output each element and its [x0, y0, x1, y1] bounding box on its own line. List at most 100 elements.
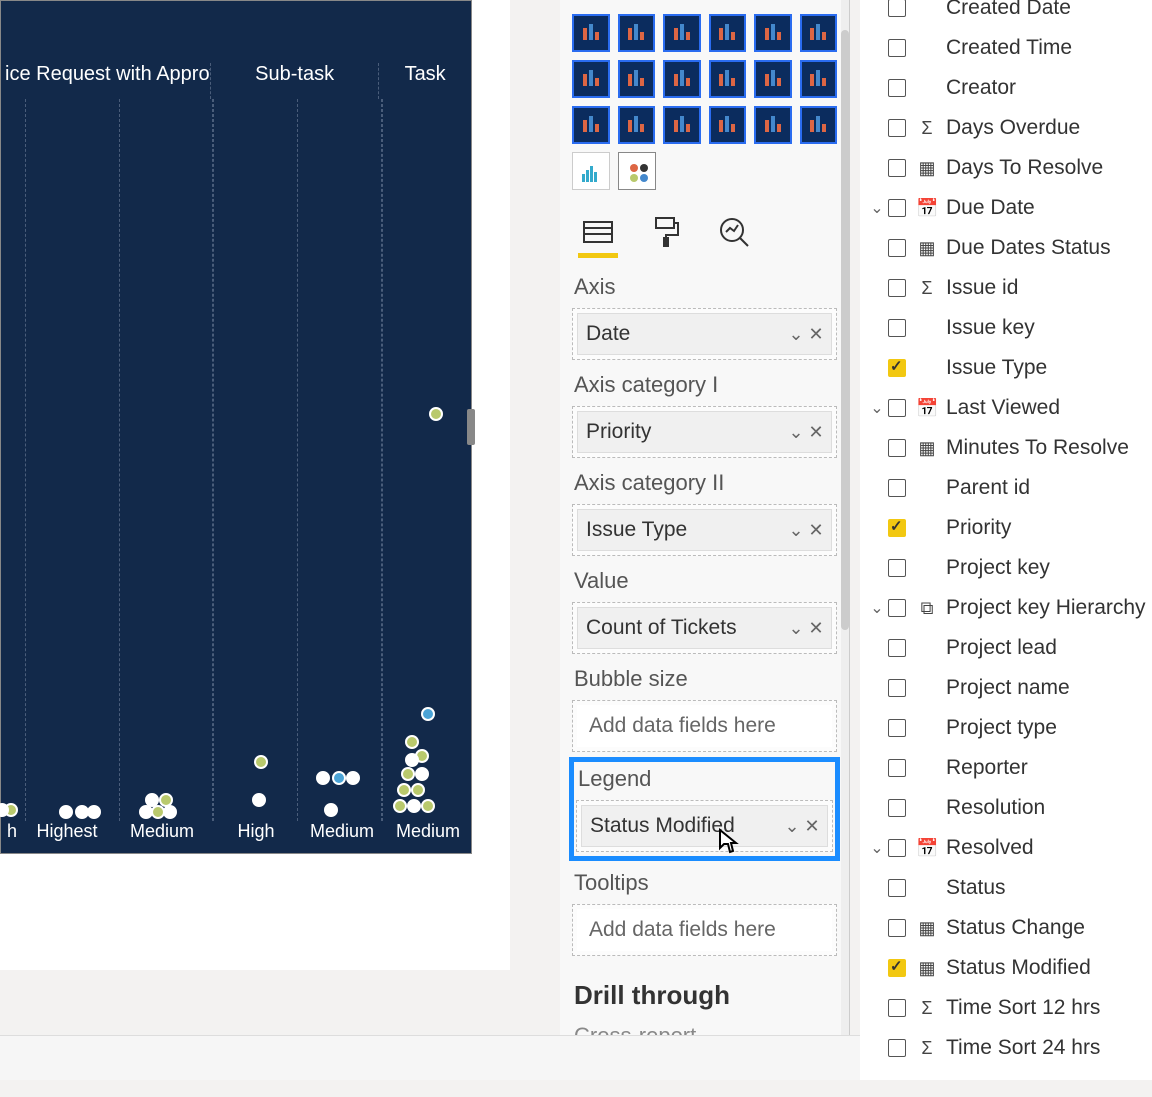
- field-row[interactable]: Issue key: [866, 308, 1146, 348]
- viz-type-button[interactable]: [618, 106, 656, 144]
- viz-type-button[interactable]: [754, 60, 792, 98]
- field-row[interactable]: ΣTime Sort 12 hrs: [866, 988, 1146, 1028]
- fields-list[interactable]: Created DateCreated TimeCreatorΣDays Ove…: [860, 0, 1152, 1080]
- field-checkbox[interactable]: [888, 159, 906, 177]
- cat1-field-chip[interactable]: Priority ⌄✕: [577, 411, 832, 453]
- chevron-down-icon[interactable]: ⌄: [787, 520, 805, 541]
- remove-field-icon[interactable]: ✕: [807, 520, 825, 541]
- field-row[interactable]: Issue Type: [866, 348, 1146, 388]
- viz-type-button[interactable]: [754, 106, 792, 144]
- expand-chevron-icon[interactable]: ⌄: [866, 838, 888, 858]
- field-checkbox[interactable]: [888, 0, 906, 17]
- viz-type-button[interactable]: [618, 152, 656, 190]
- viz-type-button[interactable]: [572, 14, 610, 52]
- field-row[interactable]: Created Date: [866, 0, 1146, 28]
- field-row[interactable]: ▦Minutes To Resolve: [866, 428, 1146, 468]
- viz-type-button[interactable]: [800, 60, 838, 98]
- viz-type-button[interactable]: [800, 106, 838, 144]
- fields-tab[interactable]: [578, 212, 618, 252]
- viz-type-button[interactable]: [709, 106, 747, 144]
- field-checkbox[interactable]: [888, 759, 906, 777]
- chevron-down-icon[interactable]: ⌄: [787, 422, 805, 443]
- field-checkbox[interactable]: [888, 39, 906, 57]
- field-row[interactable]: ⌄📅Resolved: [866, 828, 1146, 868]
- field-row[interactable]: ▦Status Change: [866, 908, 1146, 948]
- field-row[interactable]: ▦Days To Resolve: [866, 148, 1146, 188]
- field-row[interactable]: ⌄📅Last Viewed: [866, 388, 1146, 428]
- value-field-chip[interactable]: Count of Tickets ⌄✕: [577, 607, 832, 649]
- expand-chevron-icon[interactable]: ⌄: [866, 598, 888, 618]
- legend-well[interactable]: Status Modified ⌄✕: [576, 800, 833, 852]
- viz-type-button[interactable]: [572, 152, 610, 190]
- remove-field-icon[interactable]: ✕: [807, 618, 825, 639]
- field-checkbox[interactable]: [888, 639, 906, 657]
- field-checkbox[interactable]: [888, 839, 906, 857]
- field-checkbox[interactable]: [888, 239, 906, 257]
- chevron-down-icon[interactable]: ⌄: [787, 324, 805, 345]
- field-row[interactable]: Project type: [866, 708, 1146, 748]
- field-row[interactable]: Reporter: [866, 748, 1146, 788]
- field-row[interactable]: Project name: [866, 668, 1146, 708]
- field-checkbox[interactable]: [888, 399, 906, 417]
- field-checkbox[interactable]: [888, 959, 906, 977]
- cat2-well[interactable]: Issue Type ⌄✕: [572, 504, 837, 556]
- vis-pane-scrollbar-thumb[interactable]: [841, 30, 849, 630]
- value-well[interactable]: Count of Tickets ⌄✕: [572, 602, 837, 654]
- report-canvas[interactable]: ice Request with Approvals Sub-task Task: [0, 0, 510, 970]
- remove-field-icon[interactable]: ✕: [807, 422, 825, 443]
- axis-field-chip[interactable]: Date ⌄✕: [577, 313, 832, 355]
- viz-type-button[interactable]: [618, 60, 656, 98]
- viz-type-button[interactable]: [663, 60, 701, 98]
- field-checkbox[interactable]: [888, 719, 906, 737]
- tooltips-well[interactable]: Add data fields here: [572, 904, 837, 956]
- field-checkbox[interactable]: [888, 559, 906, 577]
- chevron-down-icon[interactable]: ⌄: [783, 816, 801, 837]
- viz-type-button[interactable]: [709, 60, 747, 98]
- cat2-field-chip[interactable]: Issue Type ⌄✕: [577, 509, 832, 551]
- field-checkbox[interactable]: [888, 599, 906, 617]
- scatter-chart-visual[interactable]: ice Request with Approvals Sub-task Task: [0, 0, 472, 854]
- field-row[interactable]: Project lead: [866, 628, 1146, 668]
- field-checkbox[interactable]: [888, 799, 906, 817]
- legend-field-chip[interactable]: Status Modified ⌄✕: [581, 805, 828, 847]
- field-checkbox[interactable]: [888, 119, 906, 137]
- field-checkbox[interactable]: [888, 279, 906, 297]
- field-row[interactable]: Project key: [866, 548, 1146, 588]
- format-tab[interactable]: [646, 212, 686, 252]
- field-row[interactable]: Resolution: [866, 788, 1146, 828]
- field-checkbox[interactable]: [888, 1039, 906, 1057]
- cat1-well[interactable]: Priority ⌄✕: [572, 406, 837, 458]
- field-row[interactable]: Status: [866, 868, 1146, 908]
- field-checkbox[interactable]: [888, 919, 906, 937]
- field-checkbox[interactable]: [888, 439, 906, 457]
- remove-field-icon[interactable]: ✕: [803, 816, 821, 837]
- viz-type-button[interactable]: [572, 60, 610, 98]
- viz-type-button[interactable]: [618, 14, 656, 52]
- field-checkbox[interactable]: [888, 479, 906, 497]
- field-checkbox[interactable]: [888, 199, 906, 217]
- field-row[interactable]: ΣDays Overdue: [866, 108, 1146, 148]
- expand-chevron-icon[interactable]: ⌄: [866, 198, 888, 218]
- field-row[interactable]: ▦Status Modified: [866, 948, 1146, 988]
- viz-type-button[interactable]: [663, 106, 701, 144]
- viz-type-button[interactable]: [800, 14, 838, 52]
- field-row[interactable]: Priority: [866, 508, 1146, 548]
- field-row[interactable]: ΣTime Sort 24 hrs: [866, 1028, 1146, 1068]
- field-row[interactable]: Created Time: [866, 28, 1146, 68]
- field-row[interactable]: ⌄📅Due Date: [866, 188, 1146, 228]
- axis-well[interactable]: Date ⌄✕: [572, 308, 837, 360]
- field-row[interactable]: Parent id: [866, 468, 1146, 508]
- field-checkbox[interactable]: [888, 319, 906, 337]
- chevron-down-icon[interactable]: ⌄: [787, 618, 805, 639]
- field-checkbox[interactable]: [888, 519, 906, 537]
- viz-type-button[interactable]: [754, 14, 792, 52]
- viz-type-button[interactable]: [572, 106, 610, 144]
- field-checkbox[interactable]: [888, 879, 906, 897]
- visual-resize-handle[interactable]: [467, 409, 475, 445]
- analytics-tab[interactable]: [714, 212, 754, 252]
- viz-type-button[interactable]: [663, 14, 701, 52]
- field-row[interactable]: ΣIssue id: [866, 268, 1146, 308]
- field-checkbox[interactable]: [888, 359, 906, 377]
- expand-chevron-icon[interactable]: ⌄: [866, 398, 888, 418]
- remove-field-icon[interactable]: ✕: [807, 324, 825, 345]
